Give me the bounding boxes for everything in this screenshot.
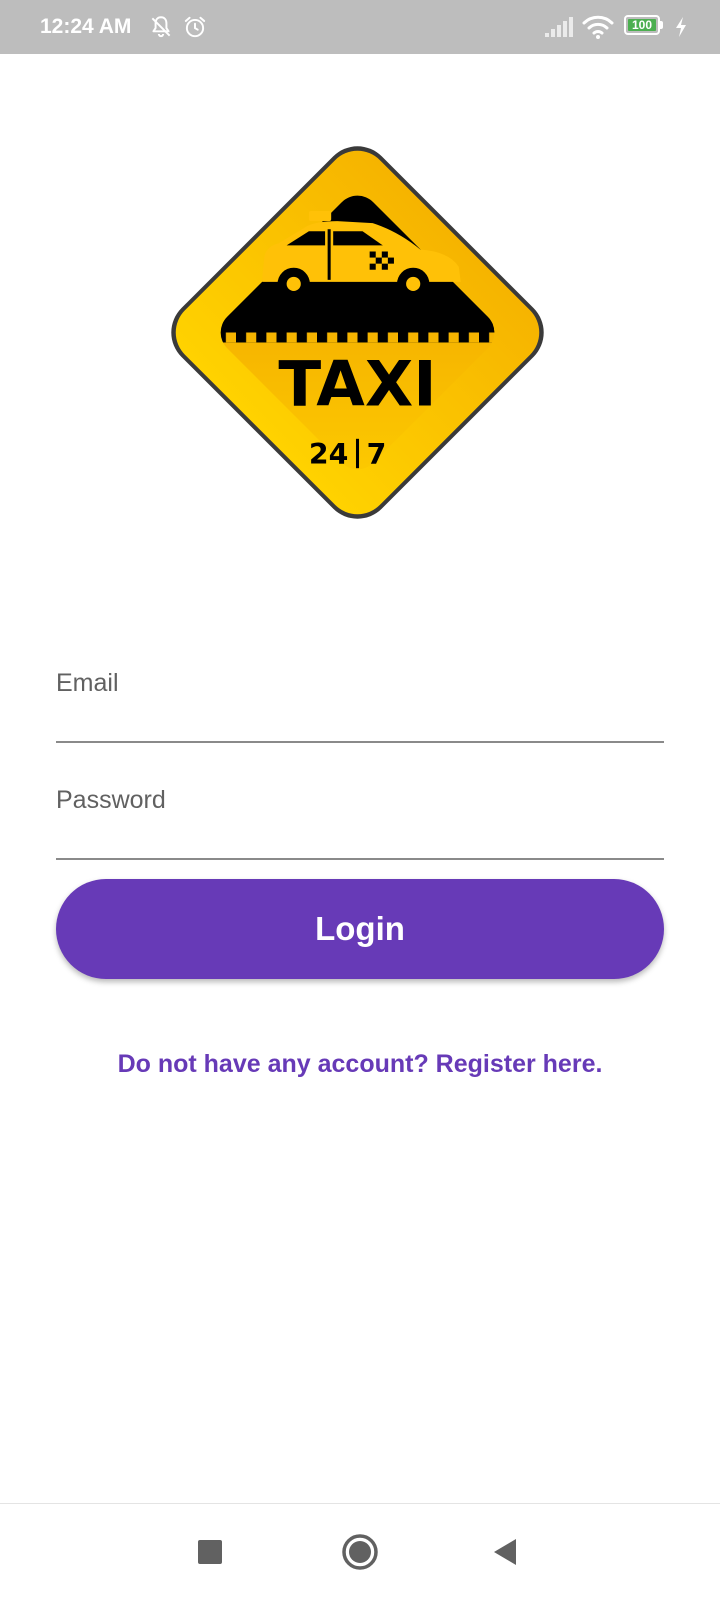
recents-square-icon[interactable] [180, 1522, 240, 1582]
back-triangle-icon[interactable] [475, 1522, 535, 1582]
status-bar: 12:24 AM 100 [0, 0, 720, 54]
signal-icon [544, 0, 574, 54]
taxi-logo: TAXI 24 7 [155, 130, 560, 535]
password-field-container: Password [56, 785, 664, 875]
battery-level: 100 [628, 19, 656, 31]
home-circle-icon[interactable] [330, 1522, 390, 1582]
charging-icon [674, 0, 688, 54]
password-field[interactable] [56, 785, 664, 857]
email-underline [56, 741, 664, 743]
logo-subtitle-left: 24 [309, 438, 348, 471]
email-field-container: Email [56, 668, 664, 758]
alarm-icon [182, 0, 208, 54]
login-button[interactable]: Login [56, 879, 664, 979]
notifications-off-icon [148, 0, 174, 54]
navigation-bar [0, 1503, 720, 1600]
logo-subtitle-right: 7 [367, 438, 387, 471]
register-link[interactable]: Do not have any account? Register here. [0, 1050, 720, 1079]
wifi-icon [582, 0, 614, 54]
status-time: 12:24 AM [40, 15, 132, 38]
email-field[interactable] [56, 668, 664, 740]
password-underline [56, 858, 664, 860]
login-screen: 12:24 AM 100 TAXI 24 7 Email Password Lo… [0, 0, 720, 1600]
battery-icon: 100 [624, 15, 664, 35]
logo-title: TAXI [278, 347, 436, 420]
